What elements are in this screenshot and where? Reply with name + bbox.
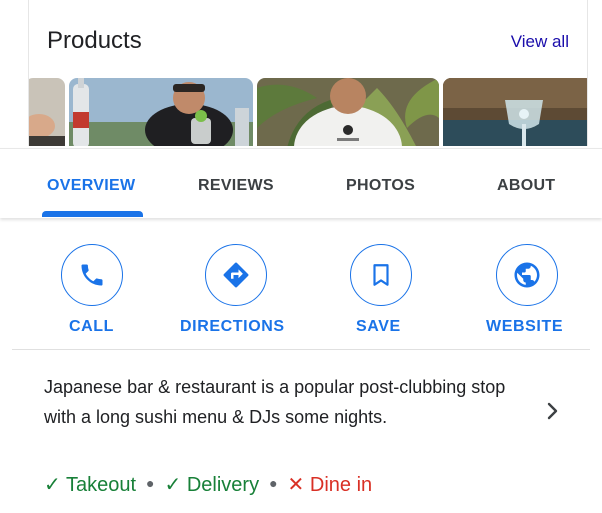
chevron-right-icon[interactable] xyxy=(546,402,560,425)
separator-dot: ● xyxy=(269,475,278,491)
place-description[interactable]: Japanese bar & restaurant is a popular p… xyxy=(44,372,524,432)
phone-icon xyxy=(61,244,123,306)
product-thumbnail[interactable] xyxy=(69,78,253,146)
globe-icon xyxy=(496,244,558,306)
tab-photos[interactable]: PHOTOS xyxy=(346,177,415,195)
action-row: CALL DIRECTIONS SAVE WEBSITE xyxy=(0,236,602,346)
products-title: Products xyxy=(47,27,142,54)
save-label: SAVE xyxy=(356,318,401,335)
service-options: ✓ Takeout ● ✓ Delivery ● ✕ Dine in xyxy=(44,472,372,497)
delivery-option: ✓ Delivery xyxy=(164,474,260,496)
products-card: Products View all xyxy=(28,0,588,146)
bookmark-icon xyxy=(350,244,412,306)
tab-about[interactable]: ABOUT xyxy=(497,177,555,195)
website-button[interactable]: WEBSITE xyxy=(461,236,591,340)
section-divider xyxy=(12,349,590,350)
products-header: Products View all xyxy=(29,0,587,78)
view-all-link[interactable]: View all xyxy=(511,32,569,52)
takeout-option: ✓ Takeout xyxy=(44,474,137,496)
dine-in-option: ✕ Dine in xyxy=(287,474,373,496)
directions-icon xyxy=(205,244,267,306)
directions-button[interactable]: DIRECTIONS xyxy=(172,236,302,340)
separator-dot: ● xyxy=(146,475,155,491)
tab-overview[interactable]: OVERVIEW xyxy=(47,177,135,195)
website-label: WEBSITE xyxy=(486,318,564,335)
tab-reviews[interactable]: REVIEWS xyxy=(198,177,274,195)
active-tab-indicator xyxy=(42,211,143,217)
product-thumbnails[interactable] xyxy=(29,78,587,146)
check-icon: ✓ xyxy=(164,474,182,496)
directions-label: DIRECTIONS xyxy=(180,318,285,335)
save-button[interactable]: SAVE xyxy=(316,236,446,340)
check-icon: ✓ xyxy=(44,474,61,496)
call-label: CALL xyxy=(69,318,115,335)
product-thumbnail[interactable] xyxy=(257,78,439,146)
tab-bar: OVERVIEW REVIEWS PHOTOS ABOUT xyxy=(0,148,602,218)
product-thumbnail[interactable] xyxy=(29,78,65,146)
call-button[interactable]: CALL xyxy=(27,236,157,340)
cross-icon: ✕ xyxy=(287,474,305,496)
product-thumbnail[interactable] xyxy=(443,78,587,146)
